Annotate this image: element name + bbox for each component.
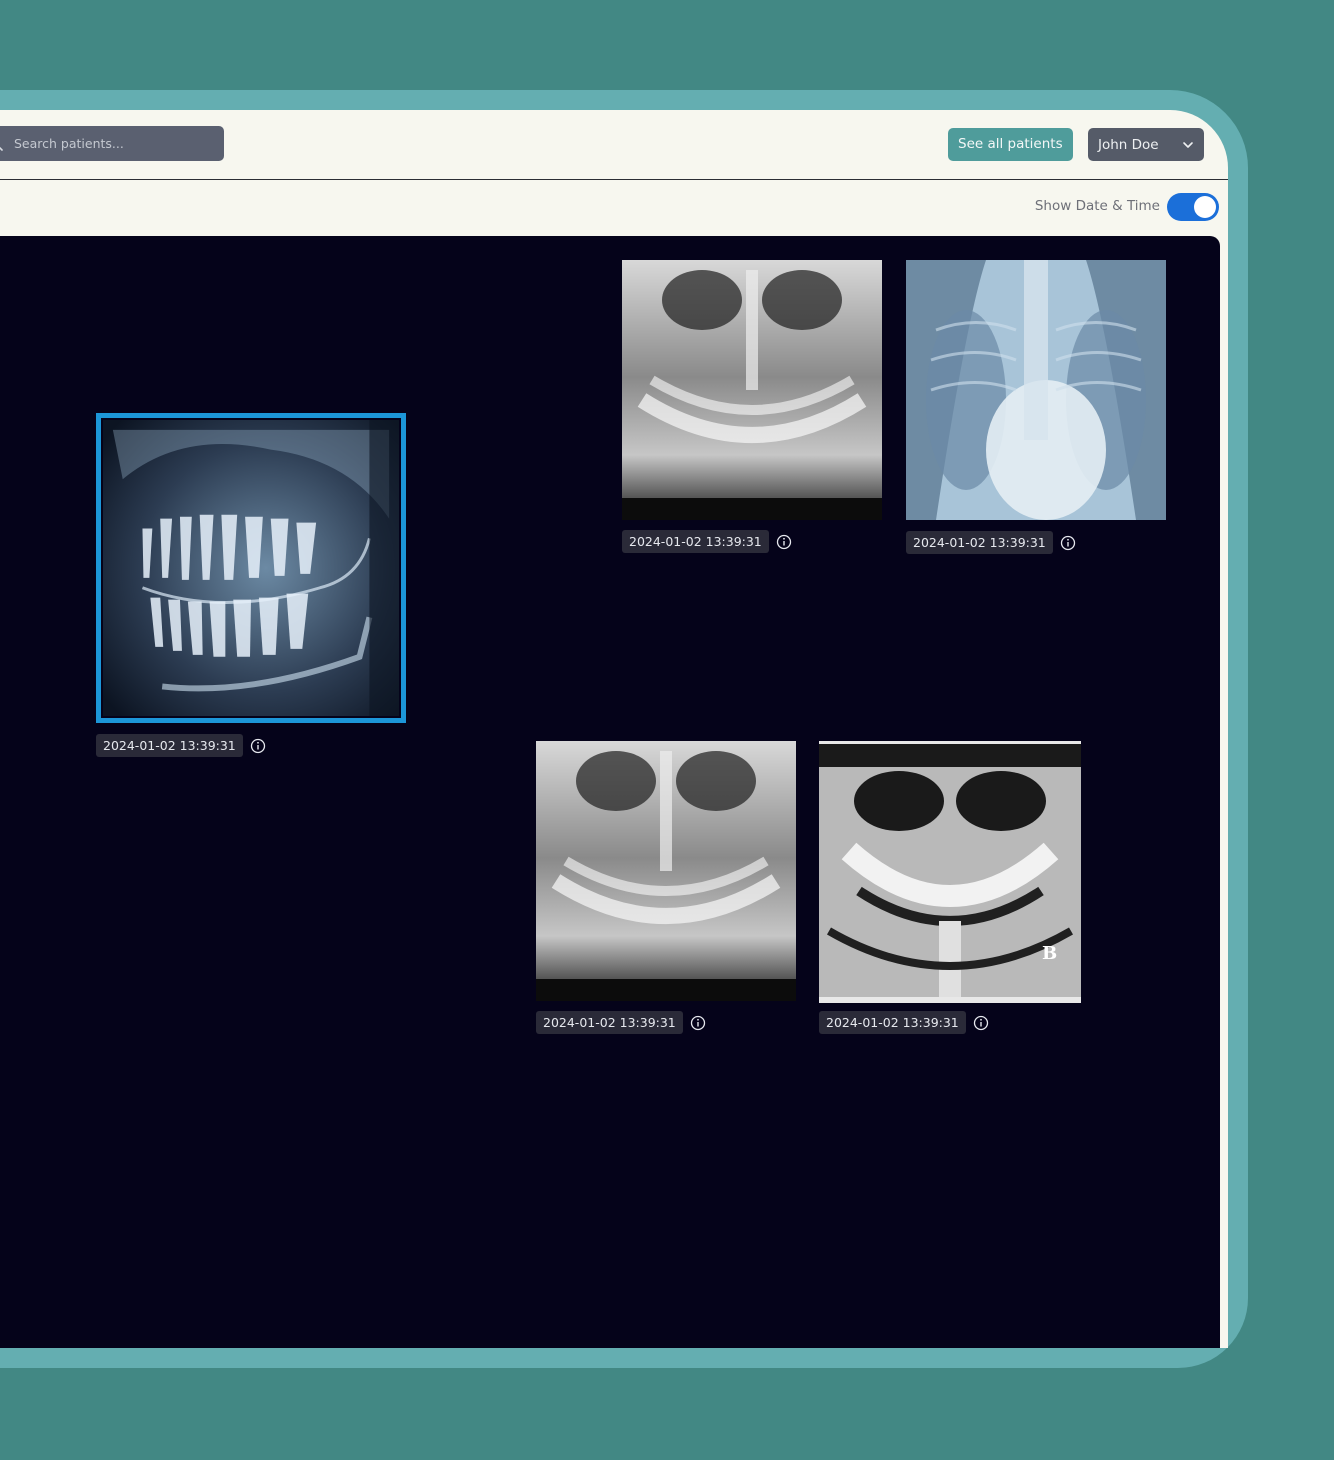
info-icon[interactable] xyxy=(1060,535,1076,551)
timestamp-badge: 2024-01-02 13:39:31 xyxy=(819,1011,989,1034)
show-date-time-label: Show Date & Time xyxy=(1034,198,1160,214)
timestamp-badge: 2024-01-02 13:39:31 xyxy=(536,1011,706,1034)
timestamp-text: 2024-01-02 13:39:31 xyxy=(906,531,1053,554)
image-canvas: 2024-01-02 13:39:31 2024-01-02 13:39:31 … xyxy=(0,236,1220,1348)
timestamp-badge: 2024-01-02 13:39:31 xyxy=(906,531,1076,554)
info-icon[interactable] xyxy=(690,1015,706,1031)
info-icon[interactable] xyxy=(973,1015,989,1031)
search-input[interactable] xyxy=(14,136,204,151)
view-toolbar: Show Date & Time xyxy=(0,180,1228,236)
search-icon xyxy=(0,146,3,151)
timestamp-text: 2024-01-02 13:39:31 xyxy=(819,1011,966,1034)
toggle-knob xyxy=(1194,196,1216,218)
timestamp-badge: 2024-01-02 13:39:31 xyxy=(622,530,792,553)
xray-thumbnail-chest[interactable] xyxy=(906,260,1166,520)
see-all-patients-button[interactable]: See all patients xyxy=(948,128,1073,161)
show-date-time-toggle[interactable] xyxy=(1167,193,1219,221)
timestamp-text: 2024-01-02 13:39:31 xyxy=(622,530,769,553)
chest-xray-image xyxy=(906,260,1166,520)
timestamp-text: 2024-01-02 13:39:31 xyxy=(536,1011,683,1034)
top-bar: See all patients John Doe xyxy=(0,110,1228,180)
x-ray-marker: B xyxy=(1042,943,1058,964)
xray-thumbnail-ceph[interactable] xyxy=(96,413,406,723)
dental-xray-image xyxy=(622,260,882,520)
user-dropdown[interactable]: John Doe xyxy=(1088,128,1204,161)
xray-thumbnail-dental-1[interactable] xyxy=(622,260,882,520)
app-screen: See all patients John Doe Show Date & Ti… xyxy=(0,110,1228,1348)
info-icon[interactable] xyxy=(250,738,266,754)
dental-xray-image xyxy=(536,741,796,1001)
user-name: John Doe xyxy=(1098,136,1159,153)
info-icon[interactable] xyxy=(776,534,792,550)
timestamp-badge: 2024-01-02 13:39:31 xyxy=(96,734,266,757)
xray-thumbnail-dental-3[interactable]: B xyxy=(819,741,1081,1003)
xray-thumbnail-dental-2[interactable] xyxy=(536,741,796,1001)
search-box[interactable] xyxy=(0,126,224,161)
timestamp-text: 2024-01-02 13:39:31 xyxy=(96,734,243,757)
chevron-down-icon xyxy=(1183,141,1193,148)
ceph-xray-image xyxy=(103,420,399,716)
